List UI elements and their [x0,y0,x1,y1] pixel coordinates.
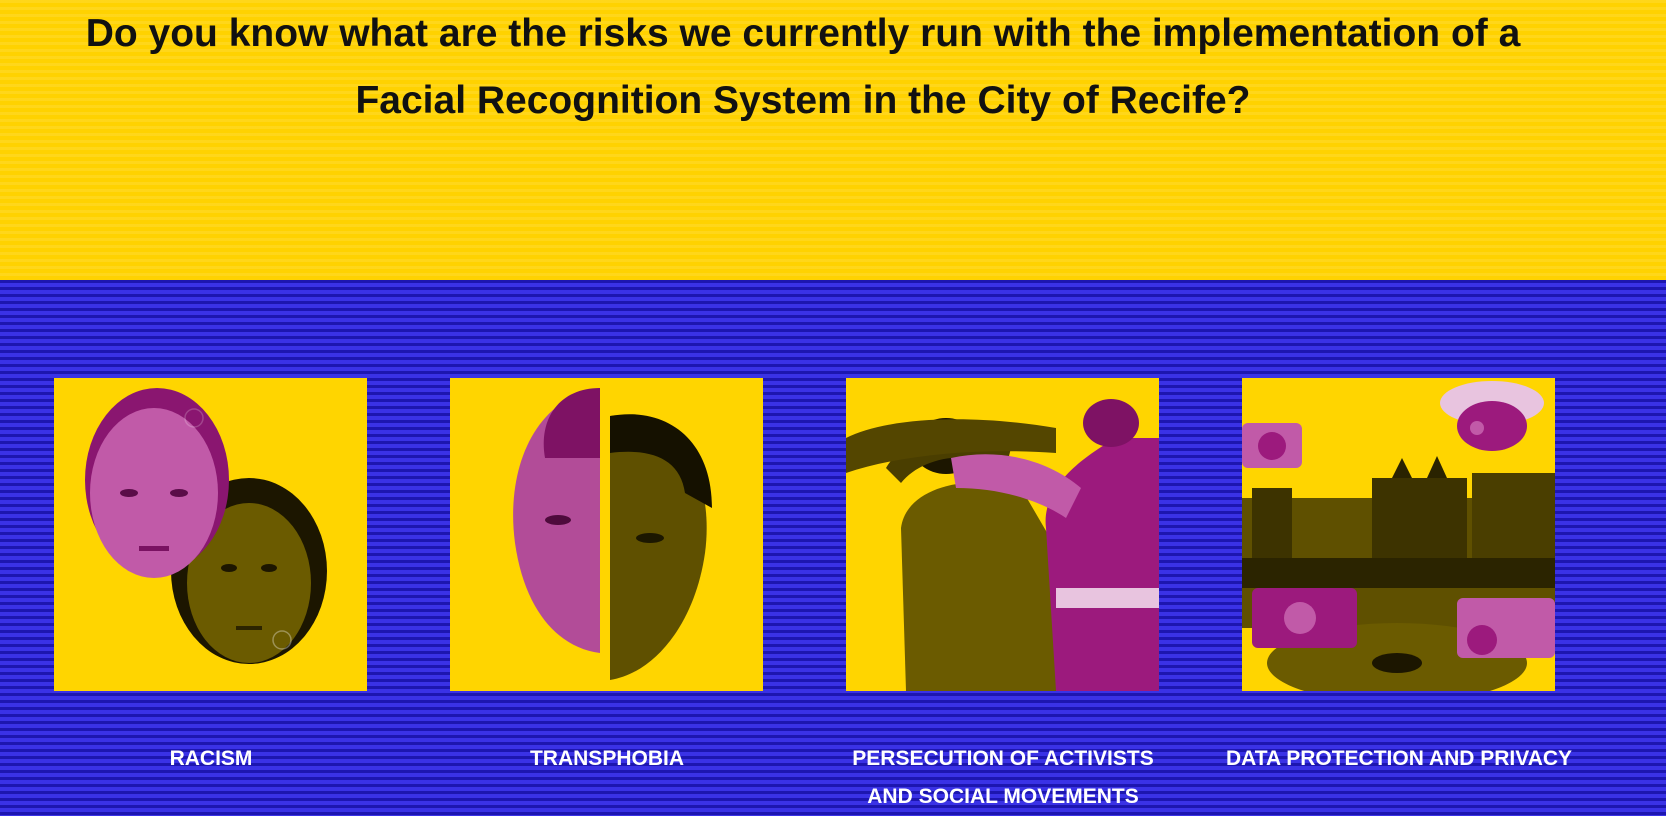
surveillance-cameras-city-image [1242,381,1555,691]
arrest-image [846,399,1159,691]
persecution-card[interactable] [846,378,1159,691]
title-line-1: Do you know what are the risks we curren… [85,12,1521,55]
transphobia-card[interactable] [450,378,763,691]
persecution-label-line-2: AND SOCIAL MOVEMENTS [867,785,1139,808]
transphobia-label: TRANSPHOBIA [529,747,684,770]
racism-label: RACISM [169,747,253,770]
page-title: Do you know what are the risks we curren… [40,0,1566,134]
split-face-image [513,386,712,684]
two-faces-image [85,388,327,664]
title-line-2: Facial Recognition System in the City of… [355,79,1251,122]
privacy-card[interactable] [1242,378,1555,691]
header-section: Do you know what are the risks we curren… [0,0,1666,280]
privacy-label: DATA PROTECTION AND PRIVACY [1225,747,1573,770]
persecution-label: PERSECUTION OF ACTIVISTS AND SOCIAL MOVE… [823,740,1183,816]
persecution-label-line-1: PERSECUTION OF ACTIVISTS [852,747,1154,770]
racism-card[interactable] [54,378,367,691]
